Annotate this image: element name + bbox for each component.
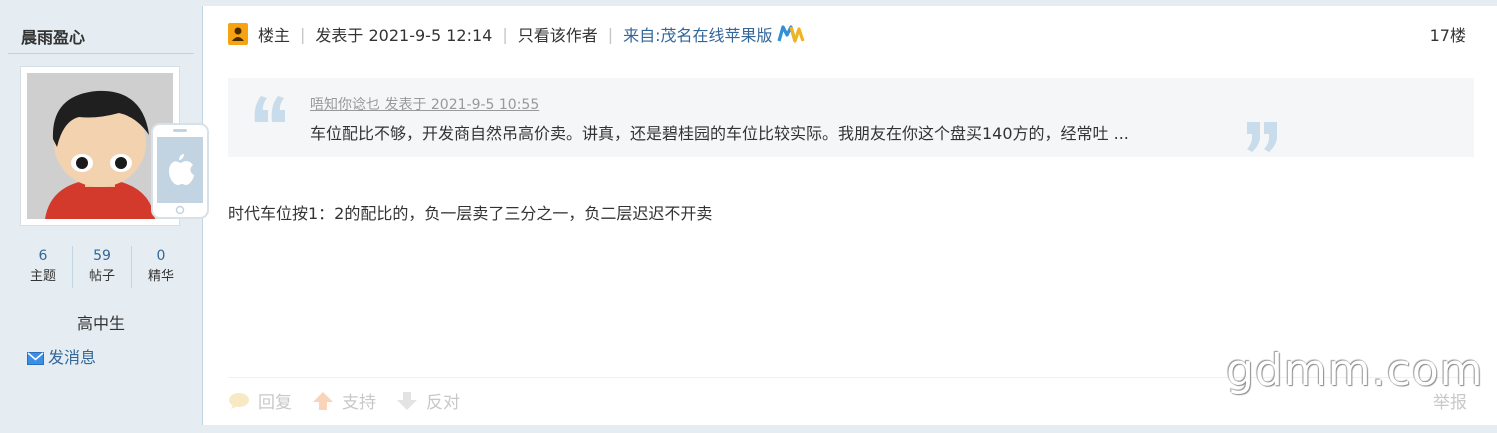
stat-threads-label: 主题 xyxy=(29,269,56,284)
stat-digest[interactable]: 0 精华 xyxy=(132,246,190,288)
iphone-device-icon xyxy=(151,123,209,219)
send-message-label: 发消息 xyxy=(48,348,97,367)
post-time: 发表于 2021-9-5 12:14 xyxy=(315,26,493,45)
author-username[interactable]: 晨雨盈心 xyxy=(21,24,85,48)
envelope-icon xyxy=(27,352,44,365)
sidebar-divider xyxy=(8,53,194,54)
send-message-link[interactable]: 发消息 xyxy=(27,344,96,368)
stat-threads-value: 6 xyxy=(38,248,48,264)
mm-app-logo-icon xyxy=(776,25,805,43)
top-border xyxy=(0,0,1497,6)
stat-posts[interactable]: 59 帖子 xyxy=(73,246,131,288)
quote-author-link[interactable]: 唔知你谂乜 发表于 2021-9-5 10:55 xyxy=(310,94,539,114)
thread-owner-icon xyxy=(228,23,248,45)
header-separator: | xyxy=(502,24,508,44)
thumb-down-arrow-icon xyxy=(397,391,417,410)
thumb-up-arrow-icon xyxy=(313,391,333,410)
stat-posts-value: 59 xyxy=(93,248,111,264)
avatar-frame[interactable] xyxy=(20,66,209,226)
quote-block: 唔知你谂乜 发表于 2021-9-5 10:55 车位配比不够，开发商自然吊高价… xyxy=(228,78,1474,157)
reply-label: 回复 xyxy=(258,393,292,413)
user-rank: 高中生 xyxy=(76,314,125,333)
post-content: 时代车位按1：2的配比的，负一层卖了三分之一，负二层迟迟不开卖 xyxy=(228,204,713,223)
bottom-border xyxy=(0,425,1497,433)
open-quote-icon xyxy=(254,96,285,122)
stat-digest-value: 0 xyxy=(156,248,166,264)
thread-owner-label: 楼主 xyxy=(258,26,291,45)
stat-digest-label: 精华 xyxy=(147,269,174,284)
user-stats: 6 主题 59 帖子 0 精华 xyxy=(14,246,190,296)
reply-bubble-icon xyxy=(229,392,249,409)
oppose-button[interactable]: 反对 xyxy=(396,388,460,413)
post-header: 楼主 | 发表于 2021-9-5 12:14 | 只看该作者 | 来自:茂名在线苹果版 xyxy=(228,22,805,46)
author-sidebar: 晨雨盈心 6 主题 59 帖子 0 精华 高中生 发消息 xyxy=(0,6,209,425)
post-source-link[interactable]: 来自:茂名在线苹果版 xyxy=(623,26,772,45)
support-label: 支持 xyxy=(342,393,376,413)
stat-posts-label: 帖子 xyxy=(88,269,115,284)
reply-button[interactable]: 回复 xyxy=(228,388,292,413)
header-separator: | xyxy=(300,24,306,44)
floor-number[interactable]: 17楼 xyxy=(1430,22,1466,46)
only-author-link[interactable]: 只看该作者 xyxy=(518,26,598,45)
close-quote-icon xyxy=(1247,122,1278,152)
stat-threads[interactable]: 6 主题 xyxy=(14,246,72,288)
oppose-label: 反对 xyxy=(426,393,460,413)
quote-text: 车位配比不够，开发商自然吊高价卖。讲真，还是碧桂园的车位比较实际。我朋友在你这个… xyxy=(310,124,1129,143)
site-watermark: gdmm.com xyxy=(1226,345,1484,396)
header-separator: | xyxy=(607,24,614,44)
support-button[interactable]: 支持 xyxy=(312,388,376,413)
